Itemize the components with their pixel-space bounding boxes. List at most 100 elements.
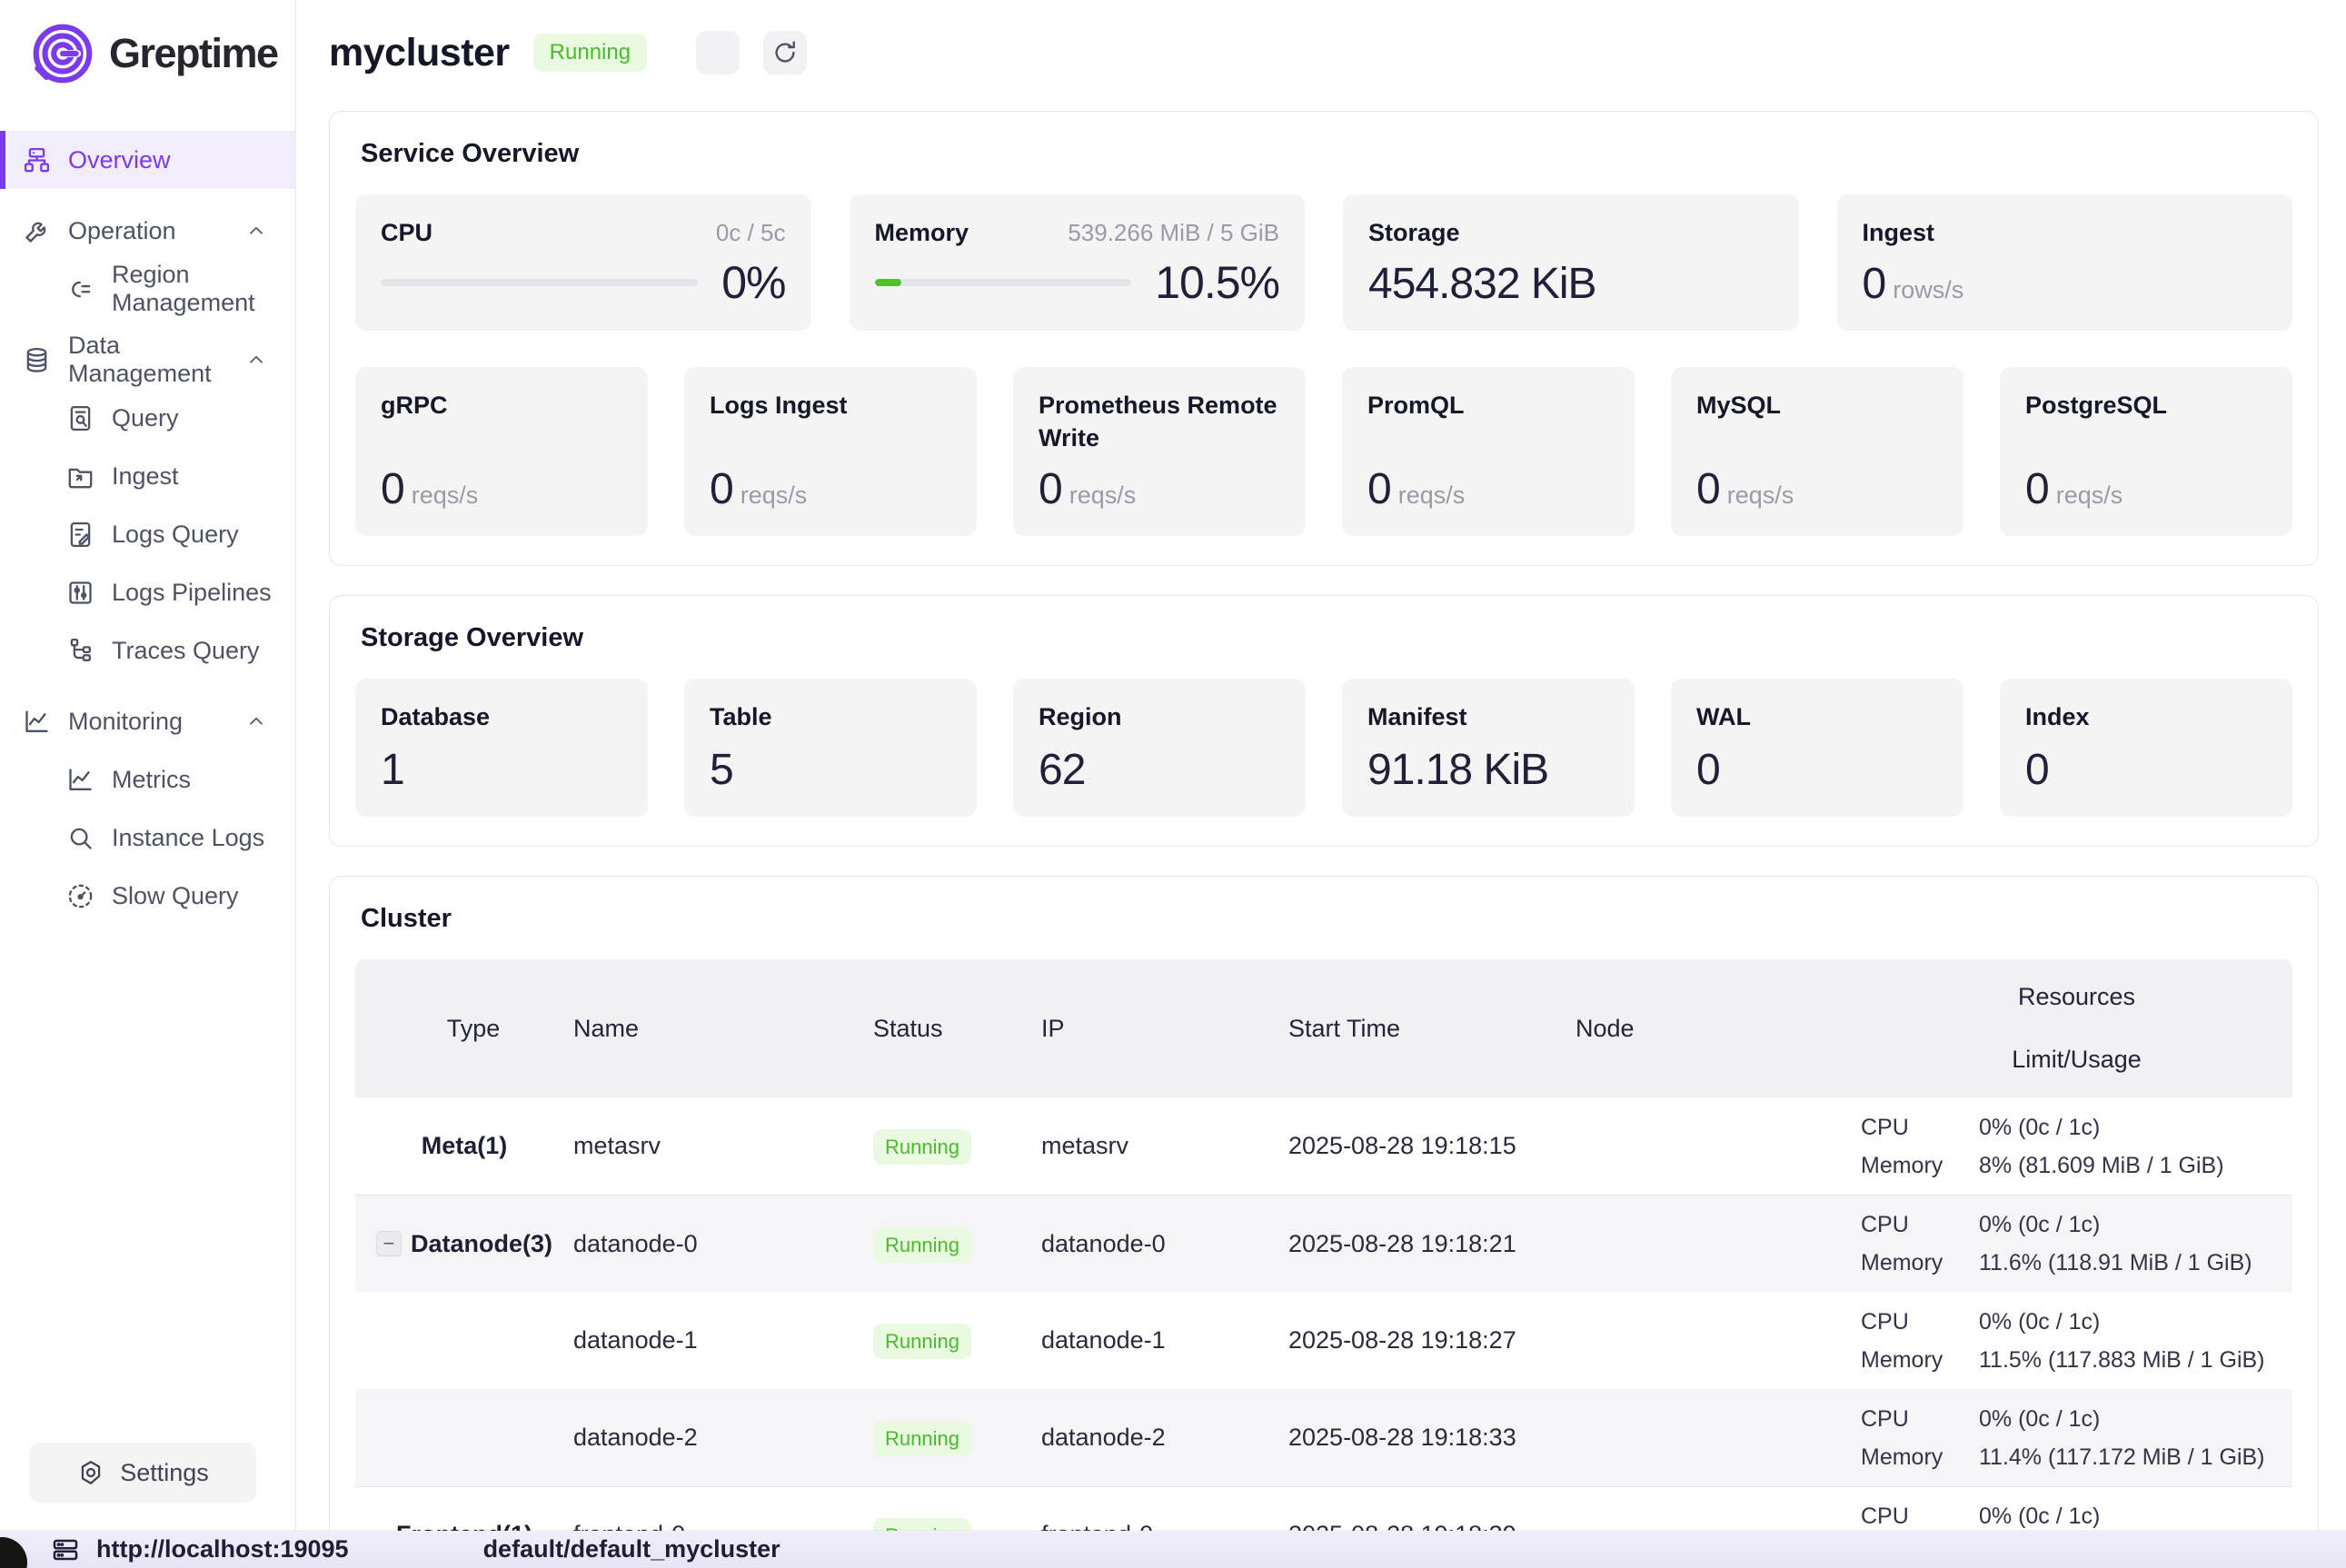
- cell-resource-values: 0% (0c / 1c)11.5% (117.883 MiB / 1 GiB): [1979, 1303, 2292, 1379]
- logs-ingest-card: Logs Ingest0reqs/s: [684, 367, 977, 536]
- row-status-badge: Running: [873, 1421, 971, 1456]
- card-title: gRPC: [381, 389, 448, 422]
- sidebar-item-logs-query[interactable]: Logs Query: [0, 505, 295, 563]
- current-database: default/default_mycluster: [483, 1535, 780, 1563]
- card-title: Ingest: [1863, 216, 1935, 249]
- sidebar: Greptime Overview Operation Region Managem…: [0, 0, 296, 1568]
- column-header-name: Name: [573, 1015, 873, 1043]
- chevron-up-icon: [244, 348, 268, 372]
- value-unit: reqs/s: [2056, 481, 2123, 509]
- cpu-percent: 0%: [721, 256, 785, 309]
- refresh-icon: [771, 39, 799, 66]
- memory-card: Memory539.266 MiB / 5 GiB10.5%: [850, 194, 1306, 331]
- cell-resource-values: 0% (0c / 1c)11.4% (117.172 MiB / 1 GiB): [1979, 1400, 2292, 1476]
- memory-limit-usage: 11.5% (117.883 MiB / 1 GiB): [1979, 1341, 2292, 1379]
- cpu-limit-usage: 0% (0c / 1c): [1979, 1497, 2292, 1535]
- value-unit: reqs/s: [1727, 481, 1794, 509]
- value-unit: reqs/s: [741, 481, 808, 509]
- sidebar-item-monitoring[interactable]: Monitoring: [0, 692, 295, 750]
- column-header-start-time: Start Time: [1288, 1015, 1576, 1043]
- sidebar-item-label: Metrics: [112, 766, 191, 794]
- greptime-logo: Greptime: [0, 0, 295, 94]
- sidebar-item-slow-query[interactable]: Slow Query: [0, 867, 295, 925]
- card-title: Logs Ingest: [710, 389, 848, 422]
- cluster-row-datanode-1: datanode-1Runningdatanode-12025-08-28 19…: [355, 1292, 2292, 1389]
- cpu-progress-bar: [381, 279, 698, 286]
- mysql-value: 0reqs/s: [1696, 464, 1938, 514]
- prometheus-remote-write-value: 0reqs/s: [1039, 464, 1280, 514]
- cell-ip: datanode-2: [1041, 1424, 1288, 1452]
- sidebar-item-query[interactable]: Query: [0, 389, 295, 447]
- grpc-card: gRPC0reqs/s: [355, 367, 648, 536]
- service-overview-title: Service Overview: [361, 139, 2292, 169]
- card-title: Region: [1039, 700, 1122, 733]
- card-title: MySQL: [1696, 389, 1781, 422]
- sidebar-item-region-management[interactable]: Region Management: [0, 260, 295, 318]
- cluster-icon: [22, 145, 52, 175]
- sidebar-item-label: Ingest: [112, 462, 179, 491]
- memory-percent: 10.5%: [1155, 256, 1279, 309]
- storage-overview-title: Storage Overview: [361, 623, 2292, 653]
- card-title: Prometheus Remote Write: [1039, 389, 1280, 455]
- wal-value: 0: [1696, 745, 1938, 795]
- resources-header: Resources: [1861, 983, 2292, 1011]
- ingest-card: Ingest 0rows/s: [1837, 194, 2293, 331]
- settings-button[interactable]: Settings: [29, 1443, 256, 1503]
- sidebar-item-data-management[interactable]: Data Management: [0, 331, 295, 389]
- blank-action-button[interactable]: [696, 31, 740, 74]
- settings-wrap: Settings: [29, 1443, 256, 1503]
- page-header: mycluster Running: [329, 24, 2319, 82]
- storage-value: 454.832 KiB: [1368, 259, 1774, 309]
- logo-text: Greptime: [109, 30, 278, 77]
- sidebar-item-instance-logs[interactable]: Instance Logs: [0, 809, 295, 867]
- storage-overview-panel: Storage Overview Database1Table5Region62…: [329, 595, 2319, 847]
- sidebar-item-metrics[interactable]: Metrics: [0, 750, 295, 809]
- cell-resource-values: 0% (0c / 1c)8% (81.609 MiB / 1 GiB): [1979, 1108, 2292, 1185]
- sidebar-item-overview[interactable]: Overview: [0, 131, 295, 189]
- collapse-group-button[interactable]: −: [376, 1231, 402, 1256]
- settings-label: Settings: [120, 1459, 209, 1487]
- card-meta: 0c / 5c: [716, 219, 786, 247]
- database-icon: [22, 345, 52, 375]
- service-overview-panel: Service Overview CPU0c / 5c0%Memory539.2…: [329, 111, 2319, 566]
- card-title: Manifest: [1367, 700, 1467, 733]
- column-header-type: Type: [355, 1015, 573, 1043]
- sidebar-item-operation[interactable]: Operation: [0, 202, 295, 260]
- server-icon: [51, 1535, 80, 1564]
- chevron-up-icon: [244, 710, 268, 733]
- page-title: mycluster: [329, 31, 510, 75]
- settings-icon: [76, 1458, 105, 1487]
- doc-edit-icon: [65, 520, 95, 550]
- sidebar-item-label: Operation: [68, 217, 176, 245]
- cluster-row-datanode-2: datanode-2Runningdatanode-22025-08-28 19…: [355, 1389, 2292, 1486]
- index-value: 0: [2025, 745, 2267, 795]
- promql-card: PromQL0reqs/s: [1342, 367, 1635, 536]
- ingest-value: 0rows/s: [1863, 259, 2268, 309]
- row-status-badge: Running: [873, 1129, 971, 1165]
- cluster-row-metasrv: Meta(1)metasrvRunningmetasrv2025-08-28 1…: [355, 1097, 2292, 1195]
- sidebar-item-label: Slow Query: [112, 882, 239, 910]
- limit-usage-header: Limit/Usage: [1861, 1046, 2292, 1074]
- refresh-button[interactable]: [763, 31, 807, 74]
- sidebar-item-ingest[interactable]: Ingest: [0, 447, 295, 505]
- sidebar-item-label: Region Management: [112, 261, 295, 317]
- sidebar-item-label: Query: [112, 404, 179, 432]
- memory-limit-usage: 11.4% (117.172 MiB / 1 GiB): [1979, 1438, 2292, 1476]
- cluster-table-header: TypeNameStatusIPStart TimeNodeResourcesL…: [355, 959, 2292, 1097]
- cpu-limit-usage: 0% (0c / 1c): [1979, 1303, 2292, 1341]
- region-value: 62: [1039, 745, 1280, 795]
- sidebar-item-traces-query[interactable]: Traces Query: [0, 621, 295, 680]
- row-status-badge: Running: [873, 1227, 971, 1263]
- cell-resource-labels: CPUMemory: [1861, 1400, 1979, 1476]
- storage-overview-row: Database1Table5Region62Manifest91.18 KiB…: [355, 679, 2292, 817]
- cell-type: −Datanode(3): [355, 1230, 573, 1258]
- storage-card: Storage454.832 KiB: [1343, 194, 1799, 331]
- cell-start-time: 2025-08-28 19:18:27: [1288, 1326, 1576, 1355]
- column-header-ip: IP: [1041, 1015, 1288, 1043]
- sidebar-item-label: Overview: [68, 146, 171, 174]
- cell-status: Running: [873, 1230, 1041, 1258]
- sidebar-item-logs-pipelines[interactable]: Logs Pipelines: [0, 563, 295, 621]
- cpu-limit-usage: 0% (0c / 1c): [1979, 1206, 2292, 1244]
- cpu-limit-usage: 0% (0c / 1c): [1979, 1400, 2292, 1438]
- cell-status: Running: [873, 1424, 1041, 1452]
